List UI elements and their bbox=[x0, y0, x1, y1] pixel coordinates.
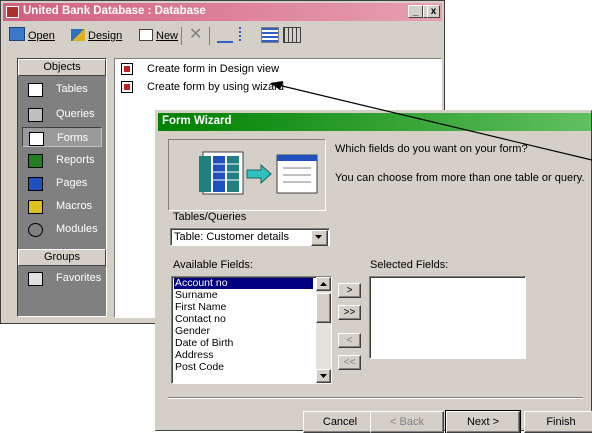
annotation-arrow-icon bbox=[270, 81, 592, 161]
